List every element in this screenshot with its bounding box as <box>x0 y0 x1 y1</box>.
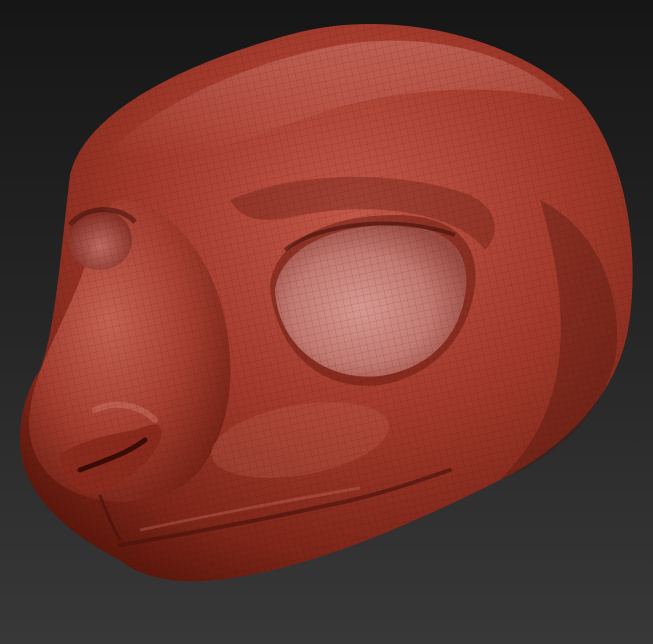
head-mesh[interactable] <box>0 0 653 644</box>
wireframe-overlay <box>20 23 633 582</box>
sculpt-viewport[interactable] <box>0 0 653 644</box>
sculpt-canvas[interactable] <box>0 0 653 644</box>
